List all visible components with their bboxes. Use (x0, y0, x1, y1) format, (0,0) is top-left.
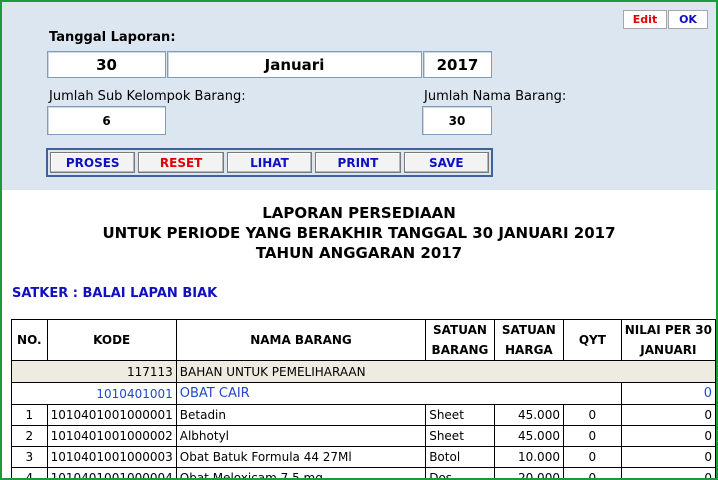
header-satuan-barang: SATUAN BARANG (425, 319, 495, 361)
row-qty: 0 (562, 425, 622, 447)
sub-kelompok-label: Jumlah Sub Kelompok Barang: (49, 89, 246, 104)
inventory-table: NO. KODE NAMA BARANG SATUAN BARANG SATUA… (11, 319, 716, 478)
group-kode: 117113 (47, 360, 177, 383)
row-no: 4 (11, 467, 48, 478)
month-field[interactable]: Januari (167, 51, 422, 78)
row-nilai: 0 (620, 467, 716, 478)
row-no: 2 (11, 425, 48, 447)
row-no: 1 (11, 404, 48, 426)
table-row: 1 1010401001000001 Betadin Sheet 45.000 … (11, 404, 716, 426)
tanggal-laporan-label: Tanggal Laporan: (49, 30, 176, 45)
group-row: 117113 BAHAN UNTUK PEMELIHARAAN (11, 360, 716, 383)
table-row: 3 1010401001000003 Obat Batuk Formula 44… (11, 446, 716, 468)
row-satuan: Dos (425, 467, 495, 478)
row-qty: 0 (562, 467, 622, 478)
row-satuan: Sheet (425, 404, 495, 426)
table-row: 4 1010401001000004 Obat Meloxicam 7.5 mg… (11, 467, 716, 478)
header-no: NO. (11, 319, 48, 361)
header-nilai-line2: JANUARI (640, 343, 697, 357)
report-period: UNTUK PERIODE YANG BERAKHIR TANGGAL 30 J… (102, 224, 616, 242)
nama-barang-label: Jumlah Nama Barang: (424, 89, 567, 104)
subgroup-nilai: 0 (620, 382, 716, 405)
table-header-row: NO. KODE NAMA BARANG SATUAN BARANG SATUA… (11, 319, 716, 361)
day-field[interactable]: 30 (47, 51, 166, 78)
row-nama: Obat Meloxicam 7.5 mg (175, 467, 427, 478)
edit-button[interactable]: Edit (623, 10, 667, 29)
row-nilai: 0 (620, 446, 716, 468)
subgroup-kode: 1010401001 (47, 382, 177, 405)
row-harga: 20.000 (493, 467, 564, 478)
row-kode: 1010401001000004 (46, 467, 177, 478)
parameter-panel: Edit OK Tanggal Laporan: 30 Januari 2017… (2, 2, 716, 185)
row-qty: 0 (562, 446, 622, 468)
row-satuan: Botol (425, 446, 495, 468)
row-nama: Obat Batuk Formula 44 27Ml (175, 446, 427, 468)
row-kode: 1010401001000003 (46, 446, 177, 468)
report-title: LAPORAN PERSEDIAAN (262, 204, 456, 222)
group-nama: BAHAN UNTUK PEMELIHARAAN (175, 360, 716, 383)
header-satuan-line2: BARANG (431, 343, 489, 357)
header-nama-barang: NAMA BARANG (175, 319, 427, 361)
header-satuan-line1: SATUAN (433, 323, 487, 337)
print-button[interactable]: PRINT (315, 152, 401, 173)
row-harga: 45.000 (493, 404, 564, 426)
row-harga: 10.000 (493, 446, 564, 468)
row-nilai: 0 (620, 425, 716, 447)
nama-barang-field[interactable]: 30 (422, 106, 492, 135)
app-window: Edit OK Tanggal Laporan: 30 Januari 2017… (0, 0, 718, 480)
header-harga-line1: SATUAN (501, 323, 556, 337)
header-kode: KODE (46, 319, 177, 361)
report-fiscal-year: TAHUN ANGGARAN 2017 (255, 244, 463, 262)
subgroup-nama: OBAT CAIR (175, 382, 622, 405)
row-nama: Albhotyl (175, 425, 427, 447)
subgroup-row: 1010401001 OBAT CAIR 0 (11, 382, 716, 405)
table-row: 2 1010401001000002 Albhotyl Sheet 45.000… (11, 425, 716, 447)
report-sheet: LAPORAN PERSEDIAAN UNTUK PERIODE YANG BE… (2, 190, 716, 478)
group-no-cell (11, 360, 48, 383)
row-satuan: Sheet (425, 425, 495, 447)
row-nilai: 0 (620, 404, 716, 426)
subgroup-no-cell (11, 382, 48, 405)
header-harga-line2: HARGA (505, 343, 553, 357)
header-satuan-harga: SATUAN HARGA (493, 319, 564, 361)
row-nama: Betadin (175, 404, 427, 426)
row-qty: 0 (562, 404, 622, 426)
row-kode: 1010401001000002 (46, 425, 177, 447)
header-nilai-line1: NILAI PER 30 (624, 323, 712, 337)
row-no: 3 (11, 446, 48, 468)
reset-button[interactable]: RESET (138, 152, 224, 173)
ok-button[interactable]: OK (668, 10, 708, 29)
lihat-button[interactable]: LIHAT (226, 152, 313, 173)
sub-kelompok-field[interactable]: 6 (47, 106, 166, 135)
row-harga: 45.000 (493, 425, 564, 447)
action-toolbar: PROSES RESET LIHAT PRINT SAVE (46, 148, 493, 177)
row-kode: 1010401001000001 (46, 404, 177, 426)
year-field[interactable]: 2017 (423, 51, 492, 78)
satker-label: SATKER : BALAI LAPAN BIAK (12, 286, 218, 301)
header-qty: QYT (562, 319, 622, 361)
save-button[interactable]: SAVE (403, 152, 490, 173)
proses-button[interactable]: PROSES (50, 152, 136, 173)
header-nilai: NILAI PER 30 JANUARI (620, 319, 716, 361)
